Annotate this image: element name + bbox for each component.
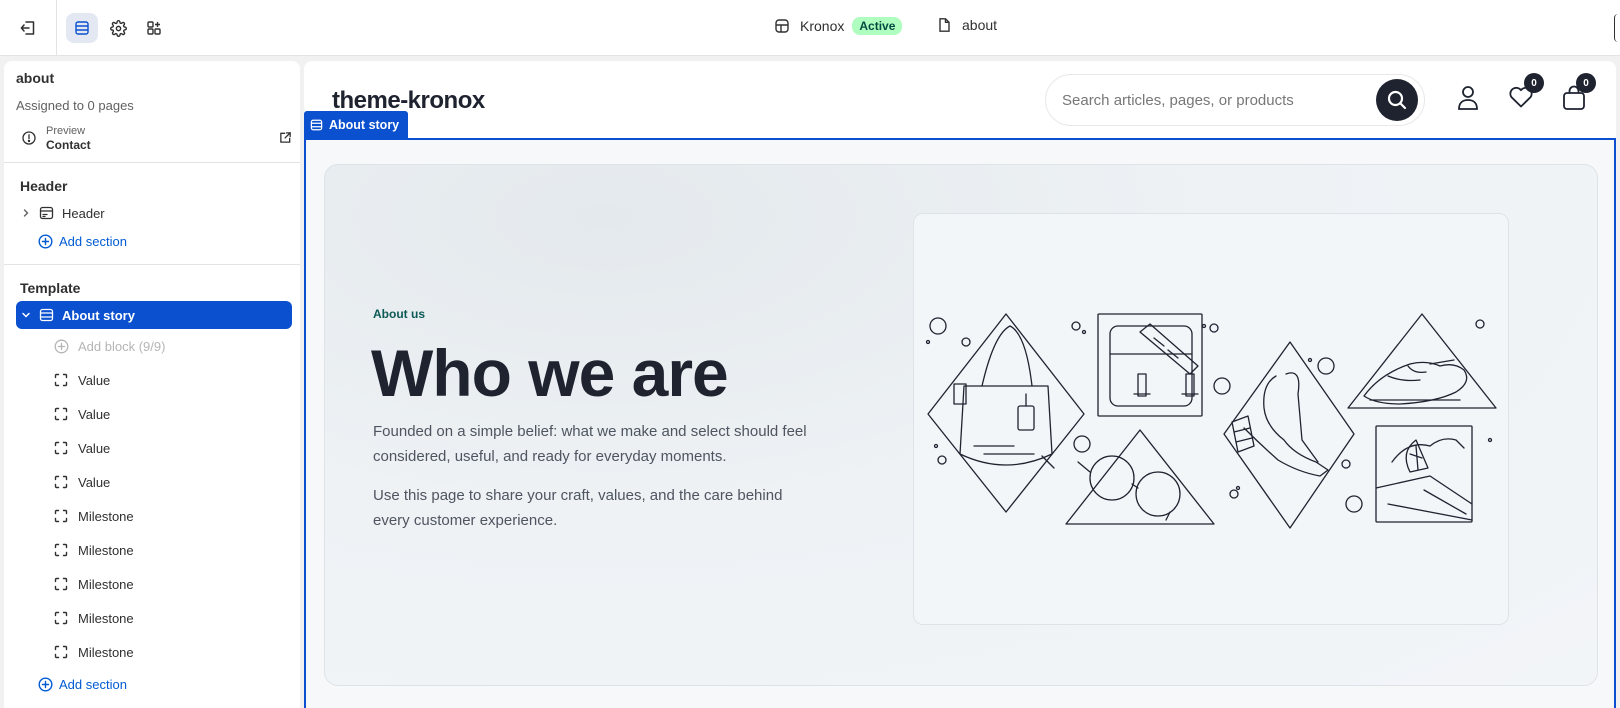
block-item[interactable]: Value: [54, 367, 110, 393]
template-group-title: Template: [20, 280, 81, 296]
section-overlay-text: About story: [329, 117, 400, 132]
sections-icon: [75, 21, 89, 35]
section-icon: [36, 307, 56, 323]
block-label: Milestone: [78, 644, 134, 660]
header-group-title: Header: [20, 178, 68, 194]
sidebar-item-about-story[interactable]: About story: [16, 301, 292, 329]
block-icon: [54, 509, 70, 523]
status-badge: Active: [852, 17, 903, 35]
wishlist-button[interactable]: 0: [1508, 73, 1544, 114]
block-icon: [54, 645, 70, 659]
plus-circle-icon: [38, 676, 53, 692]
store-name: Kronox: [800, 18, 845, 34]
template-title: about: [16, 70, 55, 86]
account-button[interactable]: [1456, 85, 1480, 116]
block-icon: [54, 373, 70, 387]
block-label: Value: [78, 440, 111, 456]
about-story-section[interactable]: About us Who we are Founded on a simple …: [304, 138, 1616, 708]
block-label: Milestone: [78, 508, 134, 524]
block-item[interactable]: Value: [54, 469, 110, 495]
sidebar: about Assigned to 0 pages Preview Contac…: [4, 61, 300, 708]
info-icon: [22, 131, 36, 150]
search-icon: [1387, 90, 1407, 110]
plus-circle-icon: [38, 233, 53, 249]
preview-value: Contact: [46, 138, 91, 152]
sections-button[interactable]: [66, 13, 98, 43]
section-overlay-label[interactable]: About story: [304, 111, 409, 138]
apps-button[interactable]: [138, 13, 170, 43]
external-link-icon[interactable]: [279, 131, 292, 149]
exit-button[interactable]: [12, 13, 44, 43]
block-icon: [54, 441, 70, 455]
add-section-label: Add section: [59, 233, 127, 249]
block-item[interactable]: Milestone: [54, 639, 134, 665]
sidebar-item-label: Header: [62, 205, 105, 221]
block-icon: [54, 543, 70, 557]
search-input[interactable]: Search articles, pages, or products: [1062, 92, 1294, 109]
story-card: About us Who we are Founded on a simple …: [324, 164, 1598, 686]
cart-count: 0: [1576, 73, 1596, 93]
plus-circle-icon: [54, 339, 70, 354]
exit-icon: [20, 21, 35, 35]
add-section-header-button[interactable]: Add section: [38, 229, 127, 253]
header-section-icon: [36, 205, 56, 221]
add-section-label: Add section: [59, 676, 127, 692]
wishlist-count: 0: [1524, 73, 1544, 93]
products-illustration: [925, 313, 1497, 529]
chevron-right-icon[interactable]: [16, 208, 36, 218]
page-heading: Who we are: [371, 336, 729, 410]
illustration-frame: [913, 213, 1509, 625]
block-label: Milestone: [78, 576, 134, 592]
assigned-text: Assigned to 0 pages: [16, 98, 134, 113]
eyebrow: About us: [373, 307, 425, 321]
block-item[interactable]: Milestone: [54, 571, 134, 597]
theme-settings-button[interactable]: [102, 13, 134, 43]
page-name: about: [962, 17, 998, 33]
paragraph: Use this page to share your craft, value…: [373, 487, 783, 529]
preview-selector[interactable]: Preview Contact: [22, 125, 292, 152]
gear-icon: [109, 19, 127, 37]
block-icon: [54, 407, 70, 421]
topbar-divider: [56, 0, 57, 56]
search-button[interactable]: [1376, 79, 1418, 121]
top-bar: Kronox Active about: [0, 0, 1620, 56]
block-label: Value: [78, 474, 111, 490]
user-icon: [1458, 86, 1478, 110]
section-icon: [310, 119, 323, 131]
block-item[interactable]: Milestone: [54, 605, 134, 631]
block-item[interactable]: Milestone: [54, 503, 134, 529]
paragraph: Founded on a simple belief: what we make…: [373, 423, 807, 465]
store-icon: [775, 19, 789, 33]
chevron-down-icon[interactable]: [16, 310, 36, 320]
block-icon: [54, 577, 70, 591]
block-item[interactable]: Milestone: [54, 537, 134, 563]
block-label: Value: [78, 406, 111, 422]
divider: [4, 264, 300, 265]
store-search[interactable]: Search articles, pages, or products: [1045, 74, 1425, 126]
preview-canvas: theme-kronox Search articles, pages, or …: [304, 61, 1616, 708]
page-selector[interactable]: about: [936, 17, 997, 33]
page-icon: [939, 18, 950, 32]
block-icon: [54, 611, 70, 625]
apps-icon: [147, 21, 161, 35]
sidebar-item-header[interactable]: Header: [16, 199, 292, 227]
overflow-edge: [1614, 14, 1620, 42]
block-label: Milestone: [78, 610, 134, 626]
block-label: Value: [78, 372, 111, 388]
sidebar-item-label: About story: [62, 307, 135, 323]
store-selector[interactable]: Kronox Active: [774, 17, 903, 35]
block-icon: [54, 475, 70, 489]
cart-button[interactable]: 0: [1562, 73, 1596, 116]
add-section-template-button[interactable]: Add section: [38, 672, 127, 696]
add-block-label: Add block (9/9): [78, 338, 166, 354]
block-item[interactable]: Value: [54, 401, 110, 427]
block-item[interactable]: Value: [54, 435, 110, 461]
divider: [4, 162, 300, 163]
block-label: Milestone: [78, 542, 134, 558]
add-block-button[interactable]: Add block (9/9): [54, 333, 165, 359]
preview-label: Preview: [46, 125, 86, 137]
